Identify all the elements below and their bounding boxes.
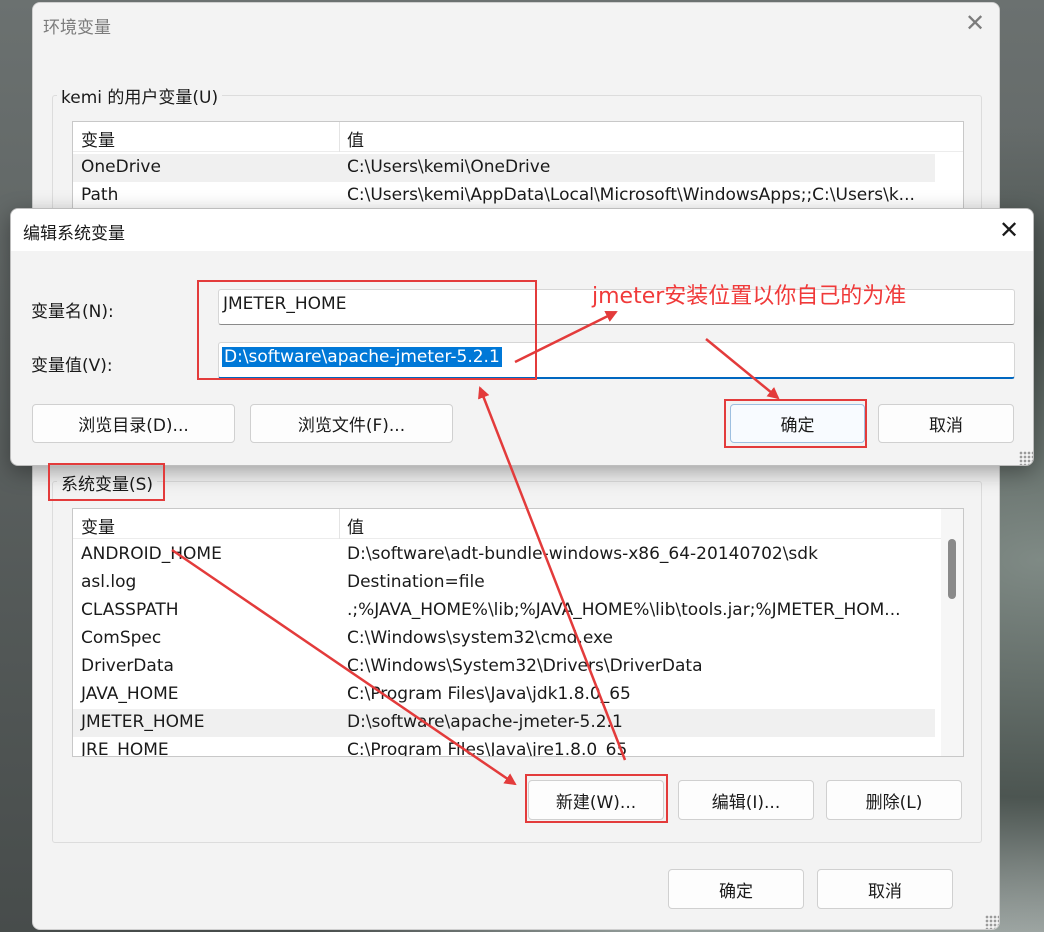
row-variable: JRE_HOME [81,740,169,757]
delete-system-variable-button[interactable]: 删除(L) [826,780,962,820]
row-variable: ANDROID_HOME [81,544,222,564]
row-variable: JMETER_HOME [81,712,205,732]
system-variables-list[interactable]: 变量 值 ANDROID_HOME D:\software\adt-bundle… [72,508,964,757]
row-variable: OneDrive [81,157,161,177]
system-row[interactable]: ANDROID_HOME D:\software\adt-bundle-wind… [73,541,935,569]
row-value: C:\Program Files\Java\jdk1.8.0_65 [347,684,631,704]
row-value: D:\software\apache-jmeter-5.2.1 [347,712,623,732]
variable-name-text: JMETER_HOME [223,294,347,314]
env-window-title: 环境变量 [43,18,111,38]
row-variable: DriverData [81,656,174,676]
variable-name-input[interactable]: JMETER_HOME [218,289,1015,325]
edit-system-variable-dialog: 编辑系统变量 ✕ 变量名(N): JMETER_HOME 变量值(V): D:\… [10,208,1034,466]
row-variable: JAVA_HOME [81,684,179,704]
edit-dialog-titlebar: 编辑系统变量 ✕ [11,209,1033,251]
row-variable: asl.log [81,572,137,592]
row-value: C:\Users\kemi\OneDrive [347,157,551,177]
resize-grip-icon[interactable] [985,915,999,929]
user-variables-label: kemi 的用户变量(U) [57,83,223,108]
variable-value-label: 变量值(V): [31,356,113,376]
row-value: Destination=file [347,572,485,592]
close-icon[interactable]: ✕ [999,218,1019,242]
row-value: D:\software\adt-bundle-windows-x86_64-20… [347,544,818,564]
column-header-variable[interactable]: 变量 [81,126,115,151]
system-list-scrollbar[interactable] [941,509,963,756]
system-row[interactable]: ComSpec C:\Windows\system32\cmd.exe [73,625,935,653]
system-row[interactable]: JRE_HOME C:\Program Files\Java\jre1.8.0_… [73,737,935,757]
variable-value-input[interactable]: D:\software\apache-jmeter-5.2.1 [218,342,1015,379]
user-row-path[interactable]: Path C:\Users\kemi\AppData\Local\Microso… [73,182,935,210]
edit-system-variable-button[interactable]: 编辑(I)... [678,780,814,820]
variable-name-label: 变量名(N): [31,302,114,322]
system-row[interactable]: JAVA_HOME C:\Program Files\Java\jdk1.8.0… [73,681,935,709]
variable-value-text: D:\software\apache-jmeter-5.2.1 [222,347,502,367]
row-value: C:\Windows\System32\Drivers\DriverData [347,656,703,676]
column-divider[interactable] [339,122,340,152]
row-value: C:\Program Files\Java\jre1.8.0_65 [347,740,628,757]
system-row-selected[interactable]: JMETER_HOME D:\software\apache-jmeter-5.… [73,709,935,737]
env-titlebar: 环境变量 ✕ [33,3,999,45]
user-list-header: 变量 值 [73,122,963,152]
browse-file-button[interactable]: 浏览文件(F)... [250,404,453,443]
column-header-variable[interactable]: 变量 [81,513,115,538]
system-row[interactable]: CLASSPATH .;%JAVA_HOME%\lib;%JAVA_HOME%\… [73,597,935,625]
system-row[interactable]: asl.log Destination=file [73,569,935,597]
scrollbar-thumb[interactable] [948,539,956,599]
column-divider[interactable] [339,509,340,539]
row-value: C:\Windows\system32\cmd.exe [347,628,614,648]
user-row-onedrive[interactable]: OneDrive C:\Users\kemi\OneDrive [73,154,935,182]
row-value: C:\Users\kemi\AppData\Local\Microsoft\Wi… [347,185,915,205]
environment-variables-window: 环境变量 ✕ kemi 的用户变量(U) 变量 值 OneDrive C:\Us… [32,2,1000,930]
env-ok-button[interactable]: 确定 [668,869,804,909]
row-variable: CLASSPATH [81,600,179,620]
row-variable: Path [81,185,119,205]
column-header-value[interactable]: 值 [347,126,364,151]
new-system-variable-button[interactable]: 新建(W)... [528,780,664,820]
user-variables-list[interactable]: 变量 值 OneDrive C:\Users\kemi\OneDrive Pat… [72,121,964,221]
edit-ok-button[interactable]: 确定 [730,404,865,443]
resize-grip-icon[interactable] [1019,451,1033,465]
system-row[interactable]: DriverData C:\Windows\System32\Drivers\D… [73,653,935,681]
row-variable: ComSpec [81,628,162,648]
system-list-header: 变量 值 [73,509,963,539]
close-icon[interactable]: ✕ [965,11,985,35]
edit-dialog-title: 编辑系统变量 [23,224,125,244]
column-header-value[interactable]: 值 [347,513,364,538]
edit-cancel-button[interactable]: 取消 [878,404,1014,443]
env-cancel-button[interactable]: 取消 [817,869,953,909]
browse-directory-button[interactable]: 浏览目录(D)... [32,404,235,443]
system-variables-label: 系统变量(S) [57,470,158,495]
row-value: .;%JAVA_HOME%\lib;%JAVA_HOME%\lib\tools.… [347,600,901,620]
